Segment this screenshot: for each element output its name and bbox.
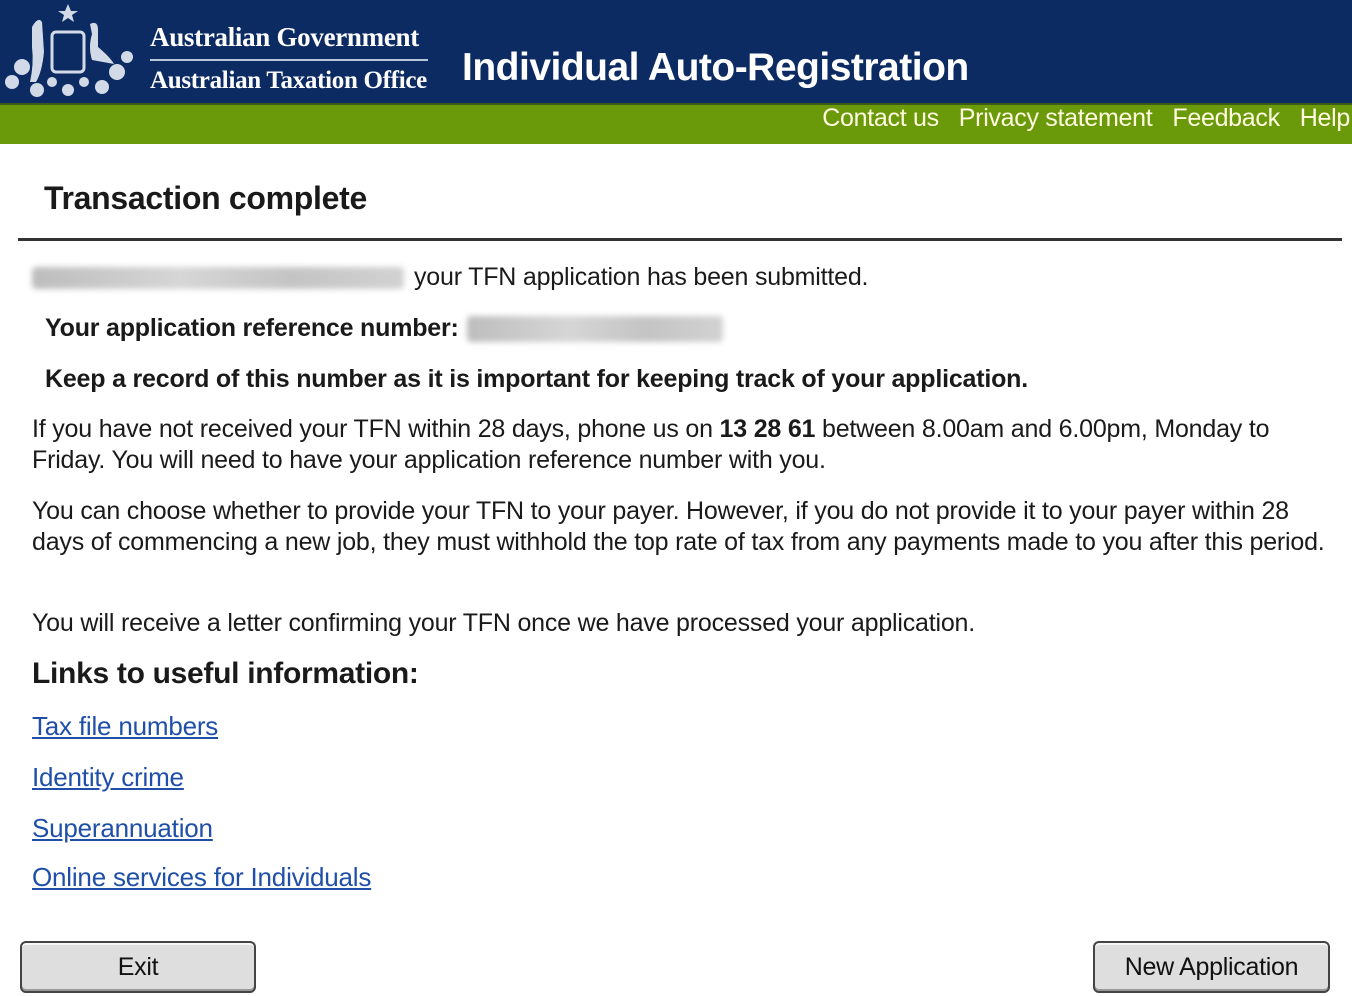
privacy-statement-link[interactable]: Privacy statement: [959, 104, 1153, 133]
feedback-link[interactable]: Feedback: [1172, 104, 1280, 133]
redacted-reference-number: [467, 316, 724, 343]
exit-button[interactable]: Exit: [20, 941, 256, 993]
gov-name: Australian Government: [150, 22, 419, 52]
reference-label: Your application reference number:: [45, 314, 459, 342]
links-heading: Links to useful information:: [32, 657, 419, 690]
letter-paragraph: You will receive a letter confirming you…: [32, 609, 976, 637]
new-application-button[interactable]: New Application: [1093, 941, 1330, 993]
page-title: Transaction complete: [44, 180, 367, 216]
coat-of-arms-icon: [5, 4, 133, 97]
submitted-text: your TFN application has been submitted.: [414, 263, 869, 291]
tax-file-numbers-link[interactable]: Tax file numbers: [32, 711, 218, 742]
site-header: Australian Government Australian Taxatio…: [0, 0, 1352, 103]
app-title: Individual Auto-Registration: [462, 46, 969, 89]
redacted-name: [32, 267, 404, 290]
contact-us-link[interactable]: Contact us: [822, 104, 939, 133]
online-services-link[interactable]: Online services for Individuals: [32, 862, 371, 893]
title-divider: [18, 238, 1342, 241]
reference-row: Your application reference number:: [45, 314, 724, 343]
brand-divider: [150, 59, 428, 61]
para1-text: If you have not received your TFN within…: [32, 415, 720, 443]
superannuation-link[interactable]: Superannuation: [32, 813, 213, 844]
agency-brand: Australian Government Australian Taxatio…: [150, 22, 430, 95]
help-link[interactable]: Help: [1300, 104, 1351, 133]
payer-paragraph: You can choose whether to provide your T…: [32, 497, 1325, 556]
phone-number: 13 28 61: [719, 415, 816, 443]
agency-name: Australian Taxation Office: [150, 67, 427, 94]
identity-crime-link[interactable]: Identity crime: [32, 762, 184, 793]
top-nav-links: Contact us Privacy statement Feedback He…: [822, 104, 1350, 133]
keep-record-note: Keep a record of this number as it is im…: [45, 365, 1028, 393]
submitted-message: your TFN application has been submitted.: [32, 263, 868, 292]
tfn-phone-paragraph: If you have not received your TFN within…: [32, 414, 1332, 476]
